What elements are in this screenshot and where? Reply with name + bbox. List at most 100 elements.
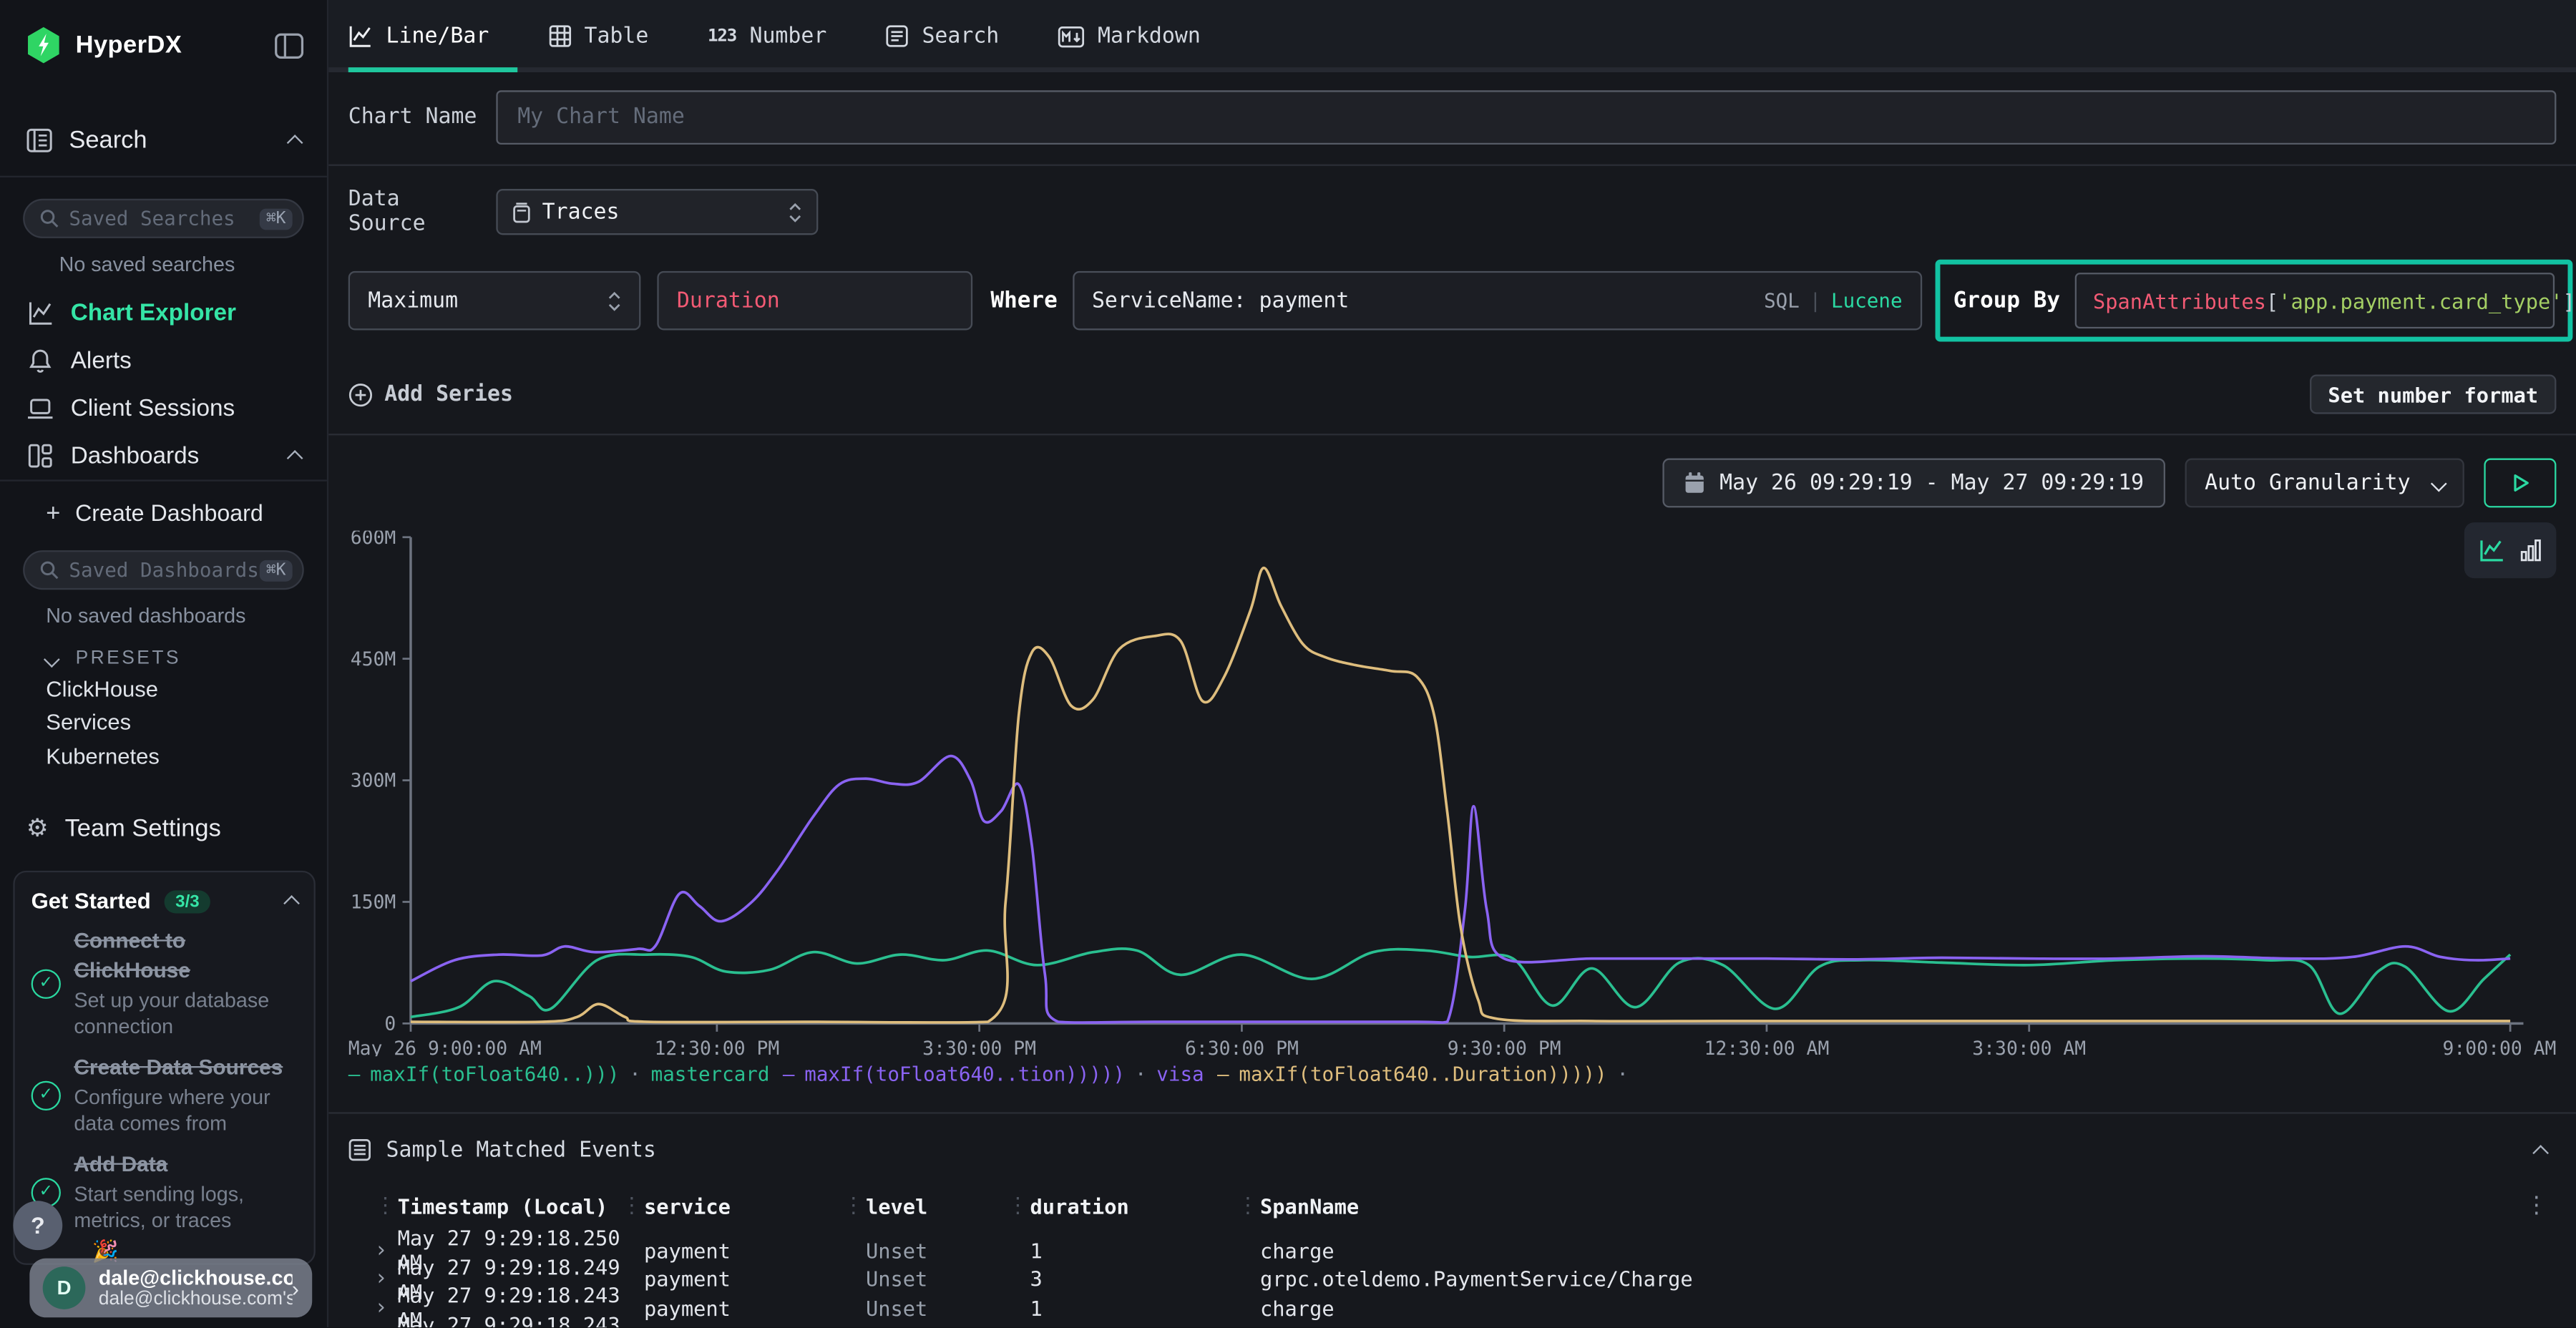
table-icon [548,24,571,47]
column-header[interactable]: level [866,1193,1030,1218]
cell-service: payment [644,1266,866,1291]
tab-label: Line/Bar [386,24,489,48]
saved-dashboards-input[interactable]: Saved Dashboards ⌘K [23,550,304,590]
sidebar-item-team-settings[interactable]: ⚙ Team Settings [0,809,327,849]
sql-mode-button[interactable]: SQL [1764,289,1800,312]
cell-service: payment [644,1295,866,1319]
column-header[interactable]: Timestamp (Local) [398,1193,644,1218]
tab-number[interactable]: 123 Number [708,24,826,48]
cell-duration: 1 [1030,1324,1260,1327]
tab-line-bar[interactable]: Line/Bar [348,24,489,48]
preset-item[interactable]: Kubernetes [0,739,327,773]
lucene-mode-button[interactable]: Lucene [1831,289,1903,312]
search-list-icon [886,24,909,47]
chevron-right-icon: › [292,1276,299,1300]
progress-badge: 3/3 [164,889,211,912]
granularity-select[interactable]: Auto Granularity [2185,459,2464,508]
svg-text:3:30:00 PM: 3:30:00 PM [922,1038,1036,1056]
row-expand-icon[interactable]: › [348,1324,398,1327]
add-series-button[interactable]: Add Series [348,382,513,406]
legend-expression: maxIf(toFloat640..Duration))))) [1239,1063,1606,1085]
where-input[interactable] [1092,288,1764,313]
group-by-input[interactable]: SpanAttributes['app.payment.card_type'] [2075,273,2555,328]
avatar: D [43,1266,86,1309]
column-header[interactable]: service [644,1193,866,1218]
line-chart-type-icon[interactable] [2479,538,2506,562]
chevron-up-icon [287,450,303,467]
get-started-item-desc: Start sending logs, metrics, or traces [74,1181,297,1234]
help-button[interactable]: ? [13,1201,62,1250]
row-expand-icon[interactable]: › [348,1266,398,1291]
sidebar-collapse-button[interactable] [274,32,303,59]
legend-swatch: — [348,1063,361,1085]
preset-label: Kubernetes [46,743,160,768]
field-input[interactable]: Duration [657,271,972,331]
sidebar-item-chart-explorer[interactable]: Chart Explorer [0,289,327,337]
sidebar-item-dashboards[interactable]: Dashboards [0,432,327,480]
nav-label: Client Sessions [71,395,235,421]
create-dashboard-button[interactable]: + Create Dashboard [0,496,327,529]
get-started-item[interactable]: ✓ Connect to ClickHouse Set up your data… [31,927,298,1040]
date-range-picker[interactable]: May 26 09:29:19 - May 27 09:29:19 [1662,459,2165,508]
mode-divider: | [1810,289,1822,312]
line-chart-icon [26,301,54,325]
chart-controls-row: May 26 09:29:19 - May 27 09:29:19 Auto G… [348,459,2557,508]
run-query-button[interactable] [2484,459,2556,508]
table-options-icon[interactable]: ⋮ [2517,1193,2556,1219]
updown-chevrons-icon [608,290,620,311]
legend-item[interactable]: — maxIf(toFloat640..))) · mastercard [348,1063,770,1085]
legend-separator: · [1616,1063,1629,1085]
set-number-format-label: Set number format [2328,382,2538,406]
column-header[interactable]: SpanName [1260,1193,2517,1218]
bar-chart-type-icon[interactable] [2520,539,2542,562]
svg-text:6:30:00 PM: 6:30:00 PM [1185,1038,1299,1056]
sidebar-item-search[interactable]: Search [0,120,327,160]
group-by-fn: SpanAttributes [2093,288,2266,313]
sidebar: HyperDX Search [0,0,328,1327]
cell-level: Unset [866,1266,1030,1291]
legend-item[interactable]: — maxIf(toFloat640..tion))))) · visa [783,1063,1204,1085]
chevron-up-icon [287,134,303,150]
sidebar-nav: Chart Explorer Alerts Client Sessions Da… [0,289,327,479]
row-expand-icon[interactable]: › [348,1295,398,1319]
presets-toggle[interactable]: PRESETS [0,645,327,672]
time-series-chart[interactable]: 0150M300M450M600MMay 26 9:00:00 AM12:30:… [348,531,2557,1057]
svg-text:300M: 300M [351,770,396,792]
sidebar-item-client-sessions[interactable]: Client Sessions [0,384,327,432]
tab-markdown[interactable]: Markdown [1058,24,1201,48]
number-123-icon: 123 [708,26,736,47]
saved-searches-input[interactable]: Saved Searches ⌘K [23,199,304,238]
user-sub: dale@clickhouse.com's [99,1289,292,1310]
get-started-item-title: Create Data Sources [74,1055,283,1079]
user-email: dale@clickhouse.com [99,1266,292,1289]
table-row[interactable]: › May 27 9:29:18.250 AM payment Unset 1 … [348,1226,2557,1254]
chart-type-toggle [2464,522,2557,578]
get-started-item-title: Add Data [74,1151,167,1176]
tab-table[interactable]: Table [548,24,648,48]
aggregation-select[interactable]: Maximum [348,271,641,331]
list-icon [348,1138,371,1161]
group-by-highlight: Group By SpanAttributes['app.payment.car… [1935,260,2572,342]
user-menu[interactable]: D dale@clickhouse.com dale@clickhouse.co… [29,1259,312,1318]
legend-item[interactable]: — maxIf(toFloat640..Duration))))) · [1217,1063,1639,1085]
markdown-icon [1058,26,1085,47]
preset-item[interactable]: Services [0,706,327,739]
svg-text:9:30:00 PM: 9:30:00 PM [1448,1038,1561,1056]
get-started-item[interactable]: ✓ Create Data Sources Configure where yo… [31,1053,298,1137]
data-source-select[interactable]: Traces [496,189,818,235]
cell-duration: 1 [1030,1238,1260,1262]
legend-series-name: visa [1156,1063,1204,1085]
sample-events-header[interactable]: Sample Matched Events [348,1131,2557,1170]
column-header[interactable]: duration [1030,1193,1260,1218]
preset-item[interactable]: ClickHouse [0,672,327,706]
tab-search[interactable]: Search [886,24,999,48]
row-expand-icon[interactable]: › [348,1238,398,1262]
plus-circle-icon [348,382,373,406]
get-started-item[interactable]: ✓ Add Data Start sending logs, metrics, … [31,1150,298,1234]
get-started-header[interactable]: Get Started 3/3 [31,889,298,913]
brand-name: HyperDX [76,31,182,59]
set-number-format-button[interactable]: Set number format [2310,374,2556,414]
sidebar-item-alerts[interactable]: Alerts [0,337,327,385]
team-settings-label: Team Settings [65,815,221,843]
chart-name-input[interactable] [496,90,2556,145]
